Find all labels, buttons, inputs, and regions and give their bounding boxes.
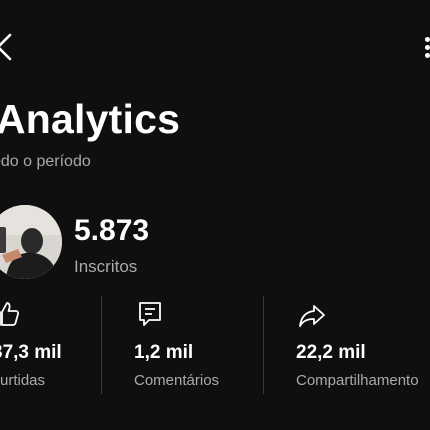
period-selector[interactable]: odo o período bbox=[0, 151, 91, 173]
stat-shares[interactable]: 22,2 mil Compartilhamento bbox=[296, 298, 430, 398]
stat-comments[interactable]: 1,2 mil Comentários bbox=[134, 298, 254, 398]
stat-likes-value: 37,3 mil bbox=[0, 342, 62, 363]
subscriber-label: Inscritos bbox=[74, 257, 138, 276]
stat-likes-label: urtidas bbox=[0, 372, 46, 389]
more-options-button[interactable] bbox=[419, 34, 430, 60]
share-icon bbox=[299, 305, 325, 327]
subscriber-count: 5.873 bbox=[74, 214, 150, 247]
stat-comments-value: 1,2 mil bbox=[134, 342, 194, 363]
divider bbox=[263, 296, 264, 394]
page-title: Analytics bbox=[0, 96, 181, 142]
chevron-left-icon bbox=[0, 33, 12, 61]
stat-shares-value: 22,2 mil bbox=[296, 342, 366, 363]
thumbs-up-icon bbox=[0, 302, 20, 326]
stat-shares-label: Compartilhamento bbox=[296, 372, 419, 389]
stat-likes[interactable]: 37,3 mil urtidas bbox=[0, 298, 92, 398]
stat-comments-label: Comentários bbox=[134, 372, 220, 389]
channel-avatar bbox=[0, 205, 62, 279]
comment-icon bbox=[139, 302, 161, 326]
back-button[interactable] bbox=[0, 30, 20, 64]
divider bbox=[101, 296, 102, 394]
